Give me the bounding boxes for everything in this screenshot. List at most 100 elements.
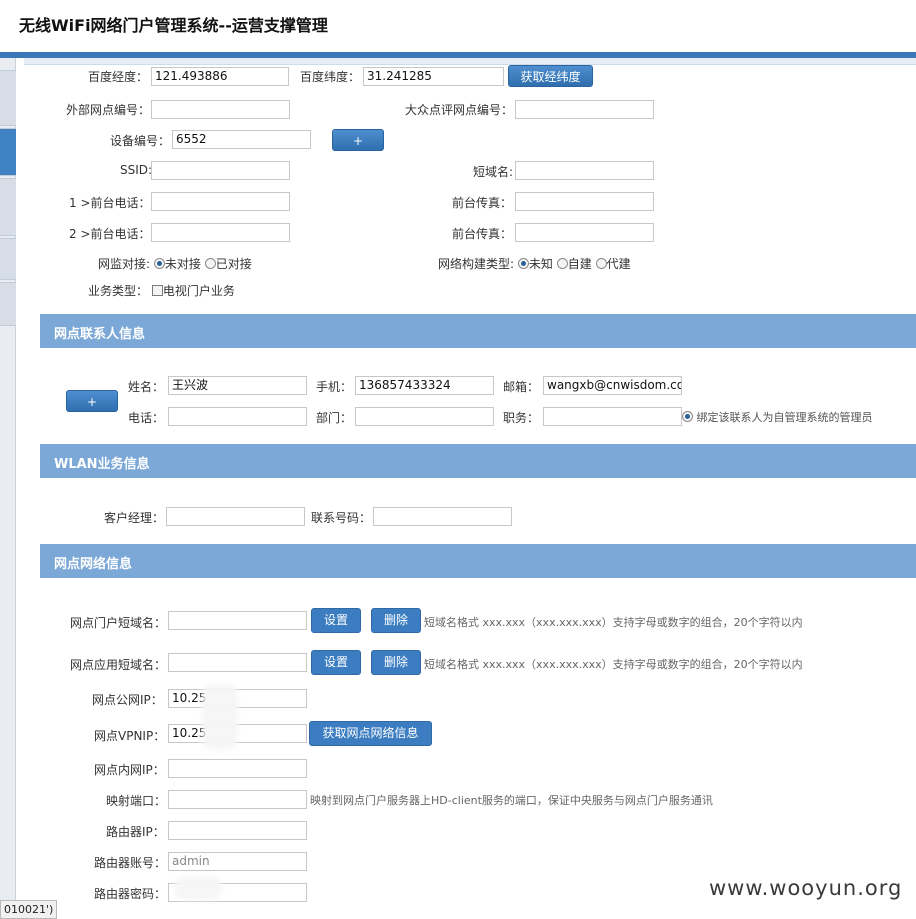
- business-type-label: 业务类型：: [88, 284, 149, 298]
- monitor-radio-linked[interactable]: [204, 258, 216, 269]
- phone2-input[interactable]: [151, 223, 290, 242]
- phone1-label: 1 >前台电话：: [69, 196, 151, 210]
- mapped-port-input[interactable]: [168, 790, 307, 809]
- monitor-option-linked: 已对接: [215, 257, 252, 271]
- scroll-edge: [24, 58, 916, 65]
- app-domain-delete-button[interactable]: 删除: [371, 650, 421, 675]
- fax1-label: 前台传真：: [452, 196, 513, 210]
- network-type-option-agent: 代建: [606, 257, 631, 271]
- bind-admin-text: 绑定该联系人为自管理系统的管理员: [696, 411, 873, 424]
- get-network-info-button[interactable]: 获取网点网络信息: [309, 721, 432, 746]
- ssid-label: SSID:: [120, 163, 153, 177]
- portal-domain-set-button[interactable]: 设置: [311, 608, 361, 633]
- contact-mobile-input[interactable]: 136857433324: [355, 376, 494, 395]
- dianping-no-label: 大众点评网点编号：: [405, 103, 514, 117]
- ext-site-no-input[interactable]: [151, 100, 290, 119]
- contact-title-label: 职务：: [503, 411, 540, 425]
- account-manager-input[interactable]: [166, 507, 305, 526]
- router-password-label: 路由器密码：: [94, 887, 167, 901]
- router-ip-input[interactable]: [168, 821, 307, 840]
- phone2-label: 2 >前台电话：: [69, 227, 151, 241]
- monitor-label: 网监对接:: [98, 257, 151, 271]
- tv-portal-option: 电视门户业务: [162, 284, 235, 298]
- public-ip-label: 网点公网IP：: [92, 693, 163, 707]
- dianping-no-input[interactable]: [515, 100, 654, 119]
- wlan-section-header: WLAN业务信息: [40, 444, 916, 478]
- baidu-lng-input[interactable]: 121.493886: [151, 67, 289, 86]
- wlan-section-title: WLAN业务信息: [54, 457, 150, 472]
- left-nav-panel: [0, 58, 16, 904]
- nav-strip[interactable]: [0, 238, 16, 280]
- monitor-radio-unlinked[interactable]: [153, 258, 165, 269]
- network-type-option-self: 自建: [567, 257, 592, 271]
- fax1-input[interactable]: [515, 192, 654, 211]
- app-domain-hint: 短域名格式 xxx.xxx（xxx.xxx.xxx）支持字母或数字的组合，20个…: [424, 658, 803, 671]
- contact-email-input[interactable]: wangxb@cnwisdom.com: [543, 376, 682, 395]
- network-type-group: 网络构建类型: 未知 自建 代建: [438, 255, 631, 272]
- vpn-ip-label: 网点VPNIP：: [94, 729, 166, 743]
- network-section-header: 网点网络信息: [40, 544, 916, 578]
- status-bar: 010021'): [0, 900, 58, 919]
- account-manager-label: 客户经理：: [104, 511, 165, 525]
- network-type-option-unknown: 未知: [528, 257, 553, 271]
- portal-domain-hint: 短域名格式 xxx.xxx（xxx.xxx.xxx）支持字母或数字的组合，20个…: [424, 616, 803, 629]
- app-title: 无线WiFi网络门户管理系统--运营支撑管理: [19, 16, 328, 35]
- contact-dept-input[interactable]: [355, 407, 494, 426]
- app-domain-set-button[interactable]: 设置: [311, 650, 361, 675]
- portal-domain-label: 网点门户短域名：: [70, 616, 167, 630]
- contact-section-title: 网点联系人信息: [54, 327, 146, 342]
- portal-domain-delete-button[interactable]: 删除: [371, 608, 421, 633]
- contact-dept-label: 部门：: [316, 411, 353, 425]
- router-ip-label: 路由器IP：: [106, 825, 165, 839]
- network-type-radio-agent[interactable]: [595, 258, 607, 269]
- router-account-input[interactable]: admin: [168, 852, 307, 871]
- network-type-radio-unknown[interactable]: [517, 258, 529, 269]
- tv-portal-checkbox[interactable]: [151, 285, 163, 296]
- ssid-input[interactable]: [151, 161, 290, 180]
- contact-title-input[interactable]: [543, 407, 682, 426]
- app-domain-input[interactable]: [168, 653, 307, 672]
- app-header: 无线WiFi网络门户管理系统--运营支撑管理: [0, 0, 916, 58]
- contact-tel-label: 电话：: [128, 411, 165, 425]
- lan-ip-label: 网点内网IP：: [94, 763, 165, 777]
- baidu-lat-input[interactable]: 31.241285: [363, 67, 504, 86]
- portal-domain-input[interactable]: [168, 611, 307, 630]
- baidu-lat-label: 百度纬度：: [300, 70, 361, 84]
- contact-name-label: 姓名：: [128, 380, 165, 394]
- bind-admin-radio[interactable]: [682, 411, 693, 422]
- network-type-radio-self[interactable]: [556, 258, 568, 269]
- phone1-input[interactable]: [151, 192, 290, 211]
- add-device-button[interactable]: +: [332, 129, 384, 151]
- device-no-label: 设备编号：: [110, 134, 171, 148]
- contact-no-input[interactable]: [373, 507, 512, 526]
- bind-admin-group: 绑定该联系人为自管理系统的管理员: [682, 409, 873, 425]
- fax2-label: 前台传真：: [452, 227, 513, 241]
- app-domain-label: 网点应用短域名：: [70, 658, 167, 672]
- short-domain-label: 短域名:: [473, 165, 514, 179]
- add-contact-button[interactable]: +: [66, 390, 118, 412]
- contact-tel-input[interactable]: [168, 407, 307, 426]
- nav-strip[interactable]: [0, 70, 16, 126]
- mapped-port-hint: 映射到网点门户服务器上HD-client服务的端口，保证中央服务与网点门户服务通…: [310, 794, 713, 807]
- lan-ip-input[interactable]: [168, 759, 307, 778]
- ext-site-no-label: 外部网点编号：: [66, 103, 151, 117]
- baidu-lng-label: 百度经度：: [88, 70, 149, 84]
- nav-strip-active[interactable]: [0, 128, 16, 176]
- contact-email-label: 邮箱：: [503, 380, 540, 394]
- contact-section-header: 网点联系人信息: [40, 314, 916, 348]
- short-domain-input[interactable]: [515, 161, 654, 180]
- nav-strip[interactable]: [0, 282, 16, 326]
- business-type-group: 业务类型： 电视门户业务: [88, 282, 235, 299]
- fax2-input[interactable]: [515, 223, 654, 242]
- device-no-input[interactable]: 6552: [172, 130, 311, 149]
- nav-strip[interactable]: [0, 178, 16, 236]
- form-content: 百度经度： 121.493886 百度纬度： 31.241285 获取经纬度 外…: [24, 58, 916, 904]
- watermark: www.wooyun.org: [709, 876, 903, 900]
- redaction-blur: [174, 876, 222, 900]
- monitor-option-unlinked: 未对接: [164, 257, 201, 271]
- network-section-title: 网点网络信息: [54, 557, 133, 572]
- redaction-blur: [202, 684, 238, 750]
- contact-name-input[interactable]: 王兴波: [168, 376, 307, 395]
- get-coordinates-button[interactable]: 获取经纬度: [508, 65, 593, 87]
- contact-no-label: 联系号码：: [311, 511, 372, 525]
